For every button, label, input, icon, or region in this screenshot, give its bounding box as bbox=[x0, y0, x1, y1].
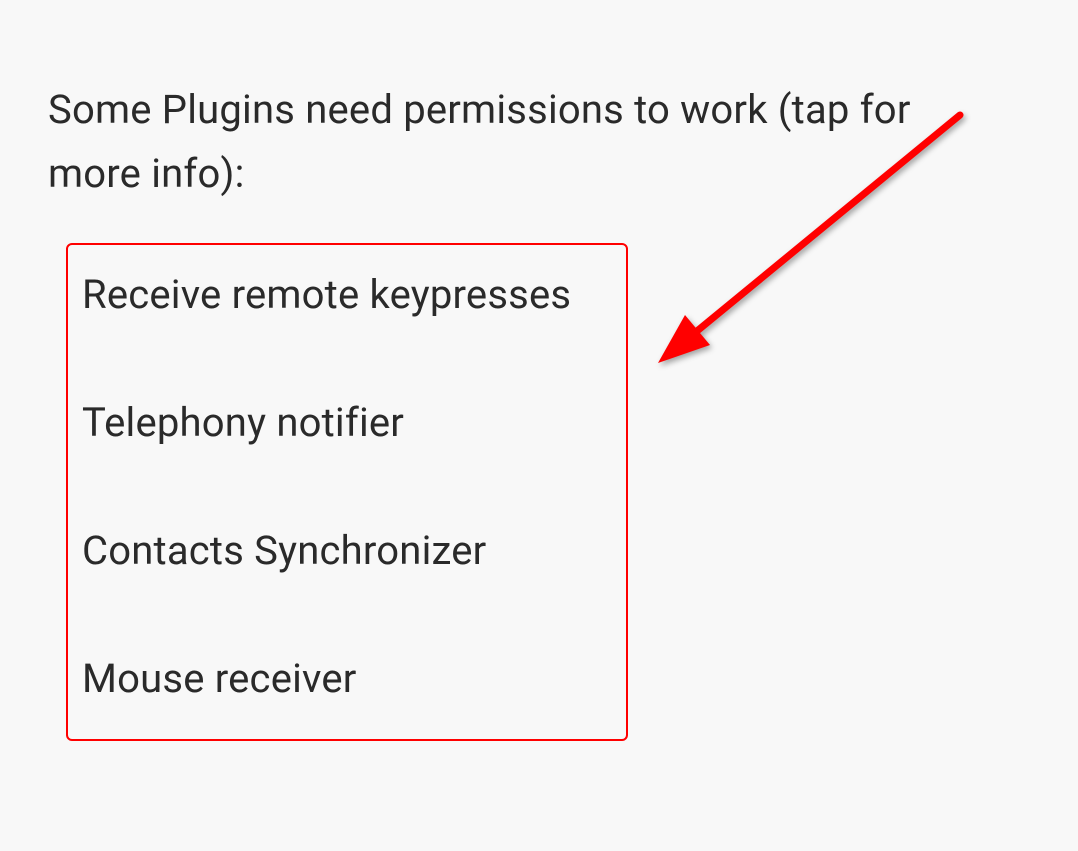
plugin-item-contacts-synchronizer[interactable]: Contacts Synchronizer bbox=[82, 515, 612, 587]
plugin-permissions-list: Receive remote keypresses Telephony noti… bbox=[66, 243, 628, 741]
plugin-item-telephony-notifier[interactable]: Telephony notifier bbox=[82, 387, 612, 459]
permissions-header: Some Plugins need permissions to work (t… bbox=[48, 78, 948, 206]
plugin-item-mouse-receiver[interactable]: Mouse receiver bbox=[82, 643, 612, 715]
plugin-item-remote-keypresses[interactable]: Receive remote keypresses bbox=[82, 259, 612, 331]
